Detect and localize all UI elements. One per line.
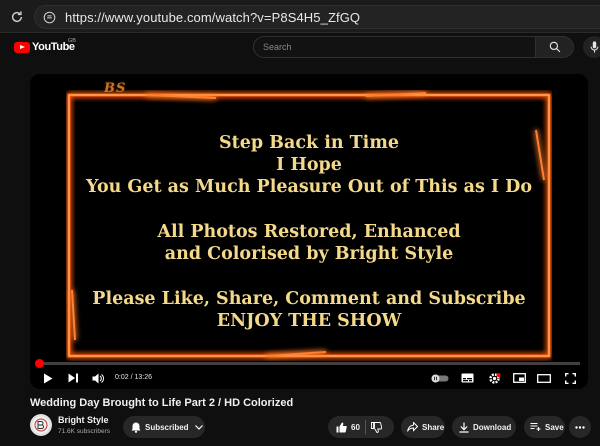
like-divider (364, 420, 366, 434)
region-code: GB (68, 38, 76, 44)
video-text-line: You Get as Much Pleasure Out of This as … (85, 177, 533, 197)
address-bar[interactable]: https://www.youtube.com/watch?v=P8S4H5_Z… (34, 5, 600, 29)
video-player[interactable]: BS Step Back in Time I Hope You Get as M… (30, 74, 588, 389)
bell-icon (131, 422, 141, 433)
search-input[interactable] (263, 42, 535, 52)
save-label: Save (545, 422, 564, 432)
like-dislike-group: 60 (328, 416, 394, 438)
miniplayer-icon (512, 373, 526, 383)
like-button[interactable]: 60 (328, 422, 360, 433)
voice-search-button[interactable] (583, 36, 600, 58)
volume-button[interactable] (90, 369, 106, 387)
youtube-logo[interactable]: YouTube GB (14, 38, 76, 53)
save-playlist-icon (530, 422, 541, 431)
site-info-icon[interactable] (43, 10, 57, 24)
download-icon (459, 422, 469, 433)
theater-icon (537, 373, 551, 383)
youtube-play-icon (14, 41, 30, 53)
subscribed-label: Subscribed (145, 422, 189, 432)
url-text: https://www.youtube.com/watch?v=P8S4H5_Z… (65, 9, 361, 25)
subscribed-button[interactable]: Subscribed (123, 416, 205, 438)
video-text-line: I Hope (276, 155, 342, 175)
search-box (253, 36, 536, 58)
subtitles-icon (461, 373, 473, 383)
share-icon (407, 422, 418, 432)
miniplayer-button[interactable] (510, 369, 528, 387)
channel-name[interactable]: Bright Style (58, 415, 109, 425)
fullscreen-button[interactable] (561, 369, 579, 387)
subtitles-button[interactable] (458, 369, 476, 387)
settings-button[interactable] (485, 369, 503, 387)
progress-bar[interactable] (38, 362, 580, 365)
reload-icon[interactable] (6, 6, 28, 28)
chevron-down-icon (194, 424, 203, 430)
like-count: 60 (351, 422, 360, 432)
next-icon (68, 373, 78, 383)
subscriber-count: 71.6K subscribers (58, 428, 111, 435)
video-text-line: ENJOY THE SHOW (216, 311, 402, 331)
search-icon (549, 41, 560, 53)
gear-icon (488, 372, 500, 384)
youtube-header: YouTube GB (0, 33, 600, 63)
autoplay-toggle[interactable] (430, 369, 450, 387)
more-horizontal-icon (575, 425, 585, 429)
channel-avatar[interactable] (30, 414, 52, 436)
fullscreen-icon (564, 372, 576, 384)
download-button[interactable]: Download (452, 416, 516, 438)
video-text-line: All Photos Restored, Enhanced (157, 222, 461, 242)
play-button[interactable] (40, 369, 56, 387)
video-title: Wedding Day Brought to Life Part 2 / HD … (30, 397, 294, 409)
channel-watermark: BS (104, 81, 127, 96)
search-button[interactable] (536, 36, 574, 58)
theater-mode-button[interactable] (535, 369, 553, 387)
dislike-button[interactable] (370, 421, 382, 433)
volume-icon (92, 373, 104, 383)
browser-toolbar: https://www.youtube.com/watch?v=P8S4H5_Z… (0, 0, 600, 33)
play-icon (44, 373, 53, 383)
video-text-line: Please Like, Share, Comment and Subscrib… (92, 289, 526, 309)
thumbs-down-icon (370, 421, 382, 433)
autoplay-toggle-icon (431, 374, 449, 382)
time-display: 0:02 / 13:26 (115, 374, 152, 381)
player-controls: 0:02 / 13:26 (30, 367, 588, 389)
video-text-line: and Colorised by Bright Style (164, 244, 454, 264)
share-label: Share (422, 422, 445, 432)
video-text-line: Step Back in Time (219, 133, 399, 153)
next-button[interactable] (65, 369, 81, 387)
microphone-icon (590, 41, 598, 53)
download-label: Download (473, 422, 512, 432)
save-button[interactable]: Save (524, 416, 565, 438)
more-actions-button[interactable] (569, 416, 591, 438)
share-button[interactable]: Share (401, 416, 445, 438)
thumbs-up-icon (336, 422, 347, 433)
channel-logo-icon (32, 416, 50, 434)
